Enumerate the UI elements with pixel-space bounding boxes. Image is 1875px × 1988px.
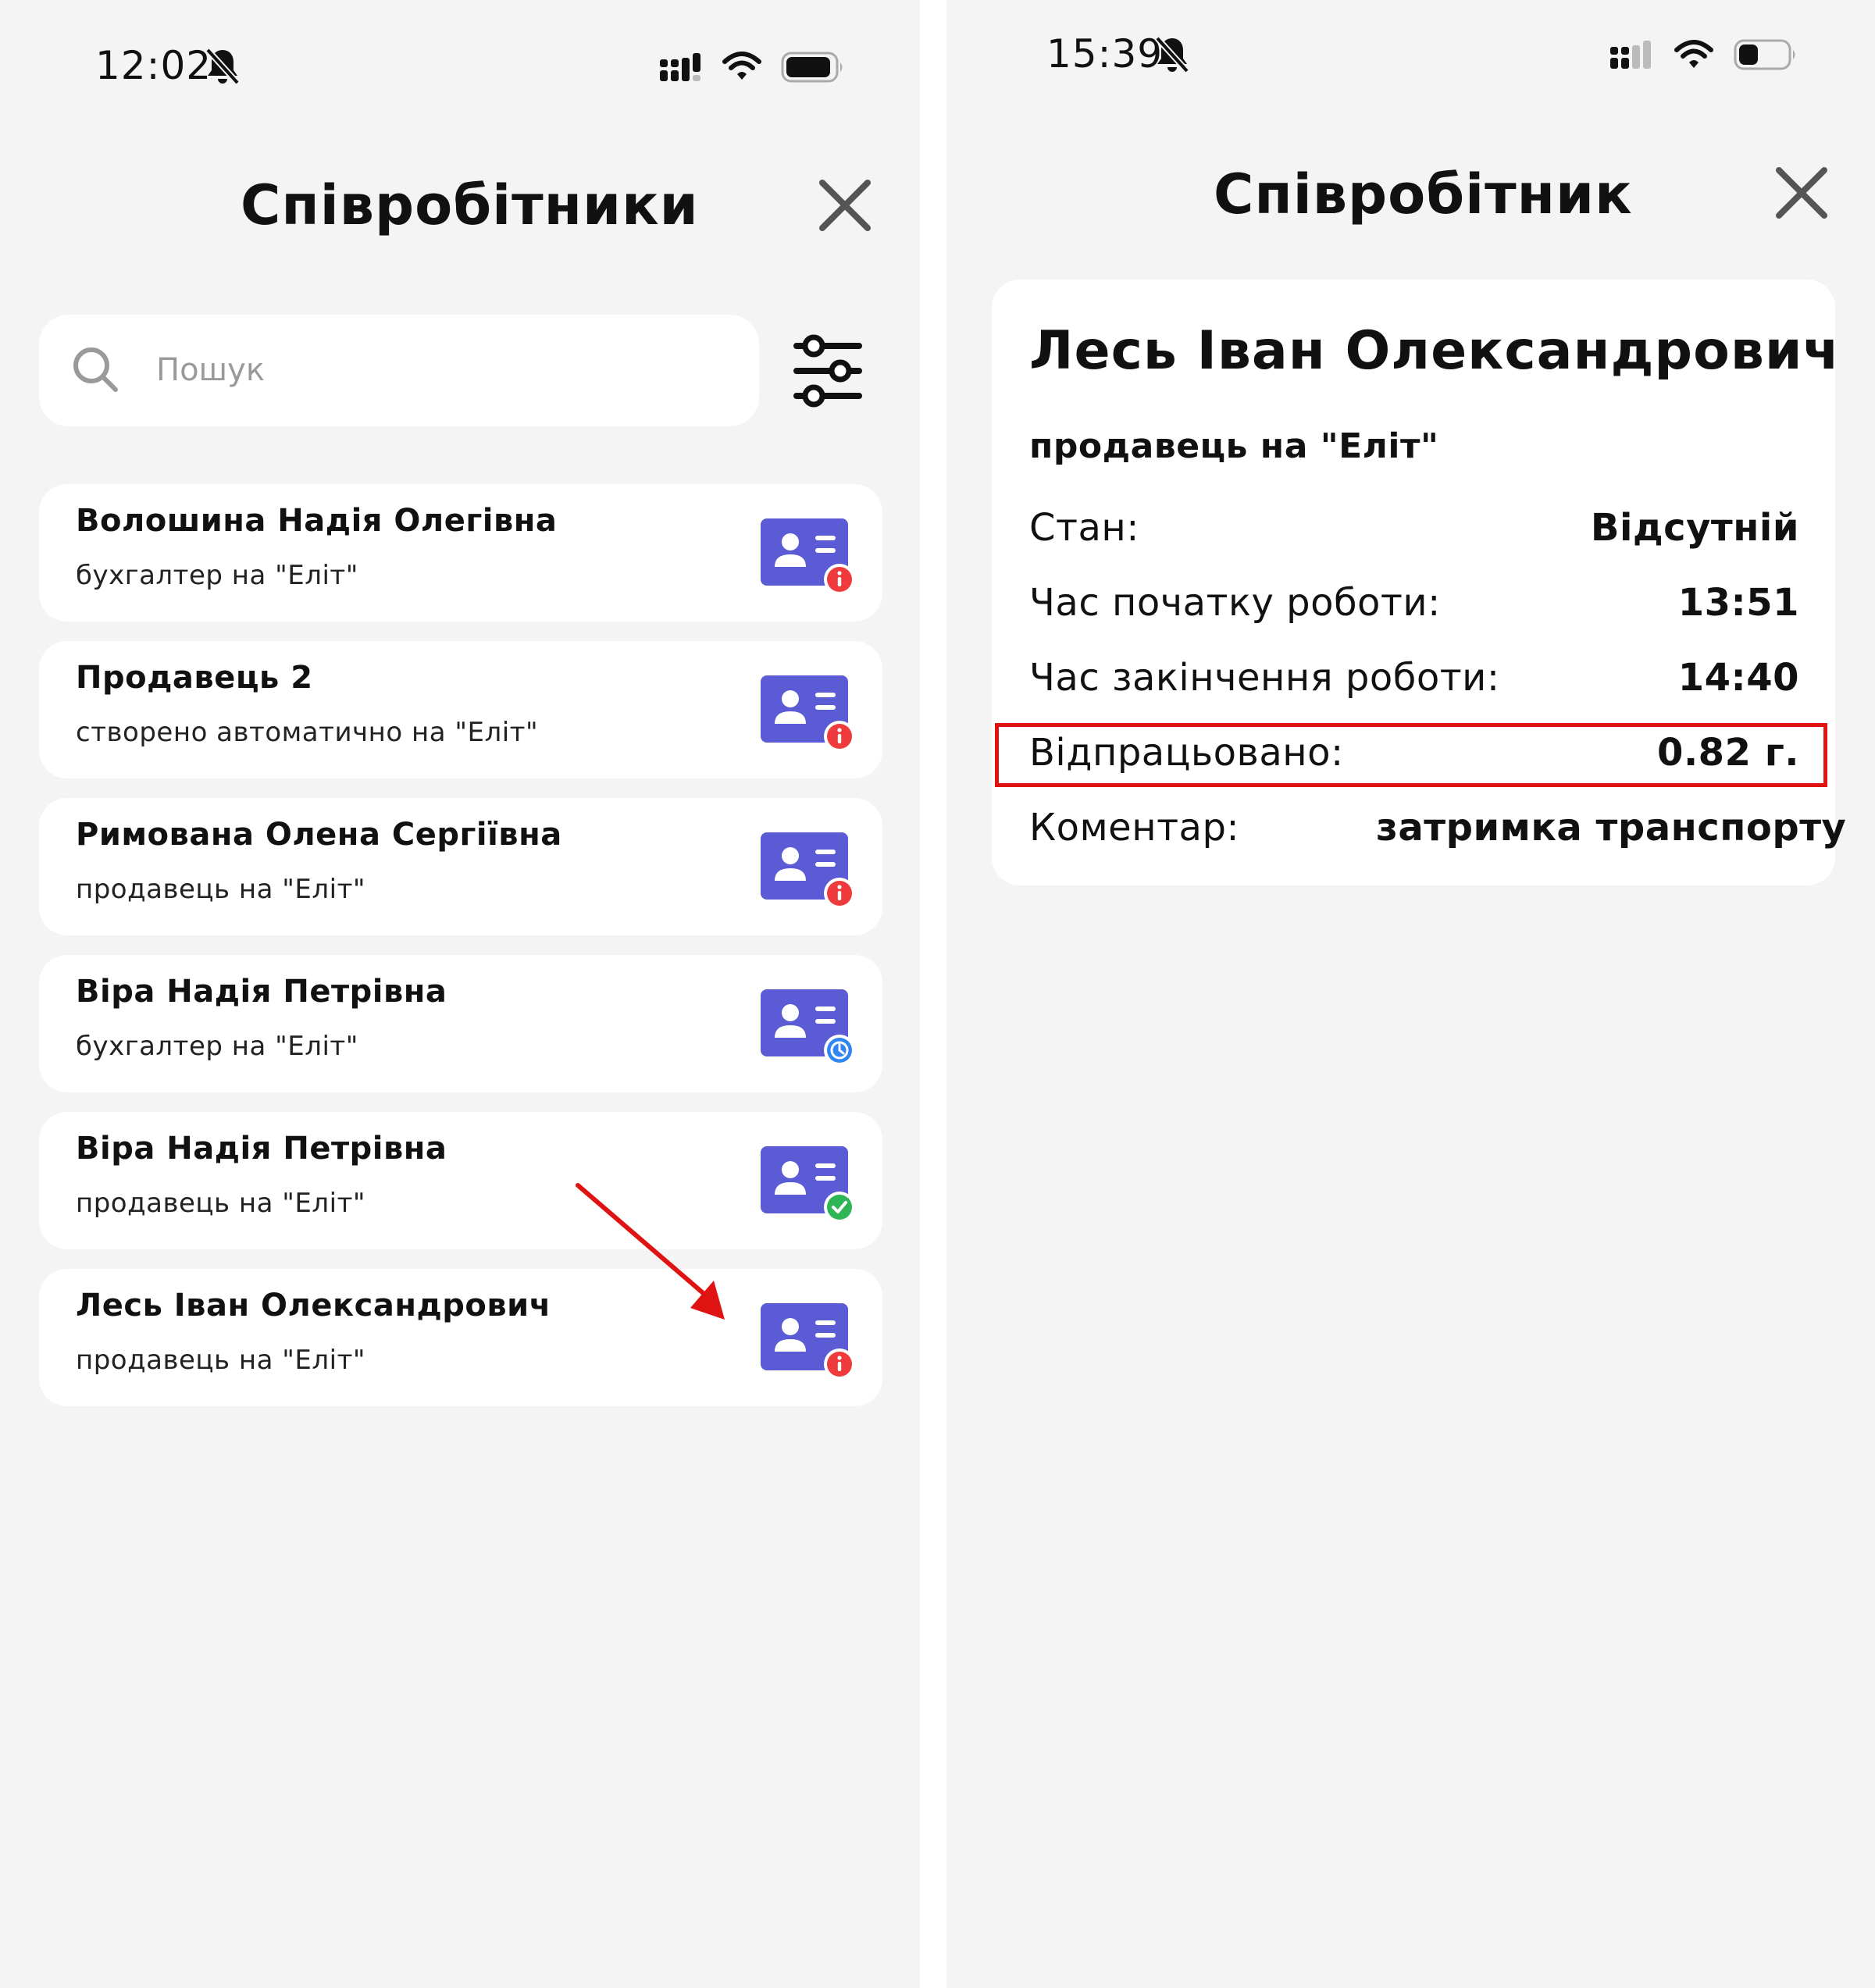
page-title: Співробітники — [241, 173, 699, 237]
state-row: Стан: Відсутній — [1029, 506, 1799, 554]
wifi-icon — [722, 52, 761, 80]
info-badge-icon — [824, 1348, 855, 1380]
start-time-label: Час початку роботи: — [1029, 581, 1441, 625]
employee-role: продавець на "Еліт" — [76, 874, 366, 905]
employee-role: створено автоматично на "Еліт" — [76, 717, 539, 748]
search-bar[interactable] — [39, 315, 759, 426]
close-icon[interactable] — [818, 178, 872, 233]
employee-name: Волошина Надія Олегівна — [76, 503, 558, 539]
battery-icon — [781, 52, 843, 83]
employee-name: Продавець 2 — [76, 660, 313, 696]
state-value: Відсутній — [1590, 506, 1799, 550]
employee-name: Лесь Іван Олександрович — [76, 1288, 551, 1324]
info-badge-icon — [824, 564, 855, 595]
contact-card-icon[interactable] — [761, 1303, 859, 1391]
contact-card-icon[interactable] — [761, 518, 859, 606]
filter-icon[interactable] — [789, 332, 867, 410]
employee-name: Римована Олена Сергіївна — [76, 817, 562, 853]
employee-card-selected[interactable]: Лесь Іван Олександрович продавець на "Ел… — [39, 1269, 882, 1406]
comment-row: Коментар: затримка транспорту — [1029, 806, 1846, 854]
employee-detail-screen: 15:39 Співробітник Лесь Іван Олександров… — [946, 0, 1875, 1988]
employee-card[interactable]: Віра Надія Петрівна бухгалтер на "Еліт" — [39, 955, 882, 1092]
employee-role: бухгалтер на "Еліт" — [76, 560, 358, 591]
bell-slash-icon — [1155, 36, 1189, 73]
search-icon — [73, 347, 118, 392]
end-time-row: Час закінчення роботи: 14:40 — [1029, 656, 1799, 704]
employee-card[interactable]: Продавець 2 створено автоматично на "Елі… — [39, 641, 882, 778]
clock-badge-icon — [824, 1035, 855, 1066]
employee-role: продавець на "Еліт" — [76, 1345, 366, 1376]
employee-role: продавець на "Еліт" — [76, 1188, 366, 1219]
worked-row: Відпрацьовано: 0.82 г. — [1029, 731, 1799, 779]
employee-role: продавець на "Еліт" — [1029, 426, 1439, 466]
signal-icon — [1610, 41, 1651, 69]
info-badge-icon — [824, 878, 855, 909]
comment-value: затримка транспорту — [1376, 806, 1847, 850]
contact-card-icon[interactable] — [761, 832, 859, 920]
employee-name: Віра Надія Петрівна — [76, 1131, 447, 1167]
employee-card[interactable]: Віра Надія Петрівна продавець на "Еліт" — [39, 1112, 882, 1249]
status-time: 12:02 — [95, 43, 212, 88]
status-time: 15:39 — [1046, 31, 1164, 77]
employee-name: Віра Надія Петрівна — [76, 974, 447, 1010]
search-input[interactable] — [156, 344, 703, 396]
end-time-value: 14:40 — [1677, 656, 1799, 700]
contact-card-icon[interactable] — [761, 989, 859, 1077]
employee-detail-card: Лесь Іван Олександрович продавець на "Ел… — [992, 280, 1846, 885]
battery-icon — [1734, 39, 1795, 70]
page-title: Співробітник — [1214, 162, 1633, 226]
close-icon[interactable] — [1774, 166, 1829, 220]
state-label: Стан: — [1029, 506, 1139, 550]
contact-card-icon[interactable] — [761, 675, 859, 763]
employees-list-screen: 12:02 Співробітники Пошук Волошина Надія… — [0, 0, 920, 1988]
employee-card[interactable]: Волошина Надія Олегівна бухгалтер на "Ел… — [39, 484, 882, 622]
worked-label: Відпрацьовано: — [1029, 731, 1344, 775]
wifi-icon — [1674, 40, 1713, 68]
contact-card-icon[interactable] — [761, 1146, 859, 1234]
info-badge-icon — [824, 721, 855, 752]
bell-slash-icon — [205, 48, 240, 85]
start-time-value: 13:51 — [1677, 581, 1799, 625]
comment-label: Коментар: — [1029, 806, 1240, 850]
employee-name: Лесь Іван Олександрович — [1029, 320, 1841, 382]
check-badge-icon — [824, 1192, 855, 1223]
end-time-label: Час закінчення роботи: — [1029, 656, 1500, 700]
signal-icon — [660, 53, 700, 81]
employee-card[interactable]: Римована Олена Сергіївна продавець на "Е… — [39, 798, 882, 935]
employee-role: бухгалтер на "Еліт" — [76, 1031, 358, 1062]
start-time-row: Час початку роботи: 13:51 — [1029, 581, 1799, 629]
worked-value: 0.82 г. — [1657, 731, 1799, 775]
